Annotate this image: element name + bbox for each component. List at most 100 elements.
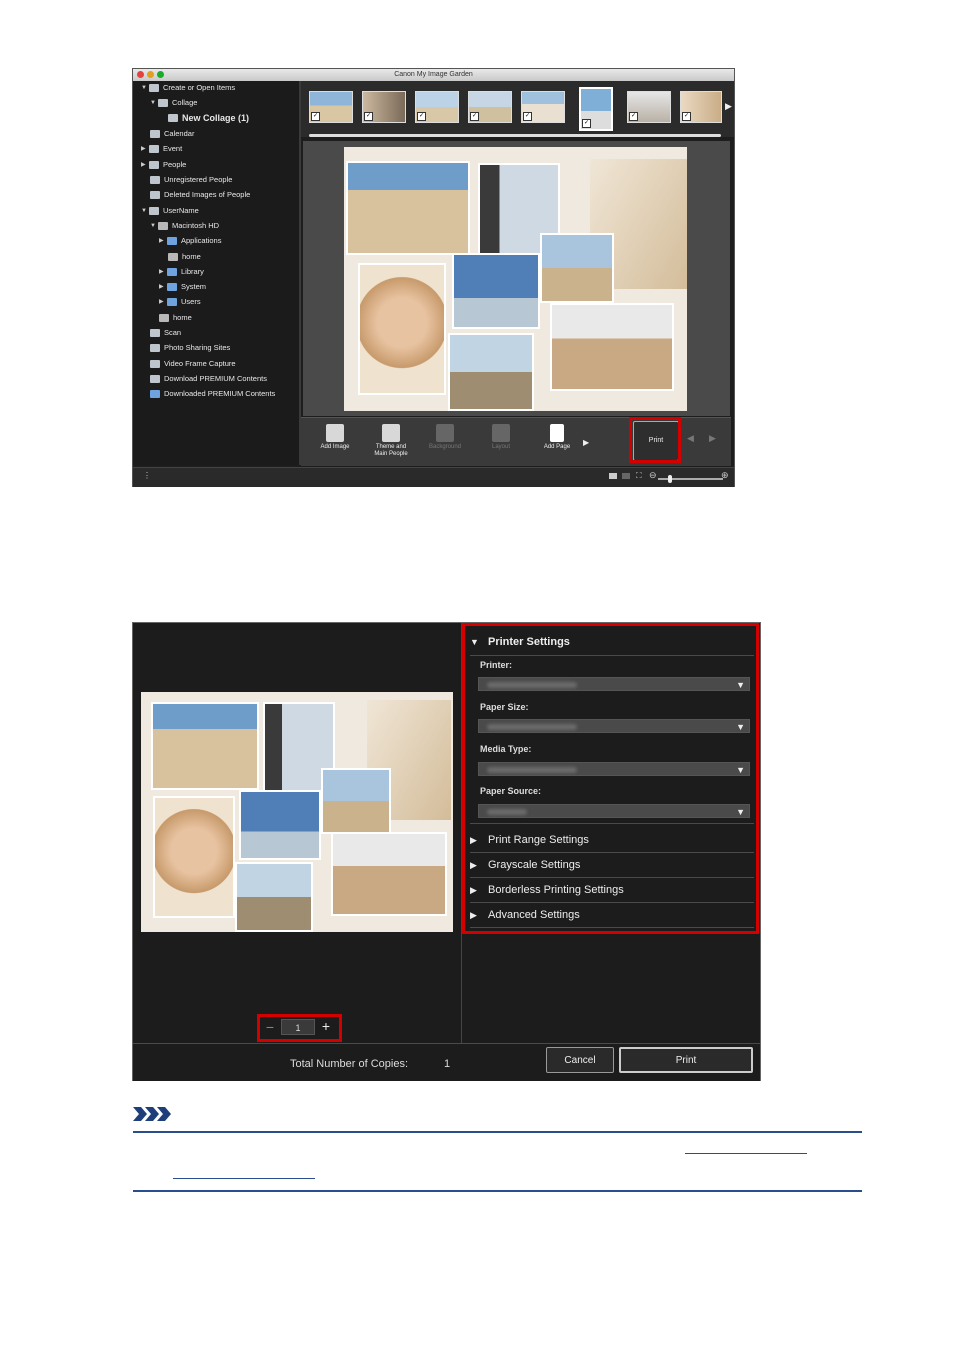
folder-icon xyxy=(167,268,177,276)
checked-checkbox-icon[interactable]: ✓ xyxy=(682,112,691,121)
sidebar-item-unregistered-people[interactable]: Unregistered People xyxy=(150,173,232,187)
add-page-button[interactable]: Add Page xyxy=(535,424,579,451)
add-page-icon xyxy=(550,424,564,442)
collage-page[interactable] xyxy=(344,147,687,411)
collage-photo-family-beach[interactable] xyxy=(540,233,614,303)
print-button-highlight xyxy=(629,417,681,463)
collapsed-arrow-icon[interactable]: ▶ xyxy=(141,158,149,172)
collage-photo-city-skyline[interactable] xyxy=(452,253,540,329)
thumbnail-image[interactable]: ✓ xyxy=(521,91,565,123)
thumbnail-image[interactable]: ✓ xyxy=(415,91,459,123)
increase-copies-button[interactable]: + xyxy=(319,1017,333,1034)
sidebar-item-macintosh-hd[interactable]: ▼ Macintosh HD xyxy=(150,219,219,233)
next-page-icon[interactable]: ▶ xyxy=(709,433,716,444)
scan-icon xyxy=(150,329,160,337)
zoom-out-icon[interactable]: ⊖ xyxy=(649,470,657,481)
sidebar-item-calendar[interactable]: Calendar xyxy=(150,127,194,141)
checked-checkbox-icon[interactable]: ✓ xyxy=(470,112,479,121)
sidebar-item-video-frame-capture[interactable]: Video Frame Capture xyxy=(150,357,236,371)
copies-input[interactable]: 1 xyxy=(281,1019,315,1035)
sidebar-item-home-2[interactable]: home xyxy=(159,311,192,325)
layout-button[interactable]: Layout xyxy=(479,424,523,451)
sidebar-item-home[interactable]: home xyxy=(168,250,201,264)
drive-icon xyxy=(158,222,168,230)
more-tools-arrow-icon[interactable]: ▶ xyxy=(583,438,589,447)
checked-checkbox-icon[interactable]: ✓ xyxy=(523,112,532,121)
collage-photo-sea-lion[interactable] xyxy=(346,161,470,255)
thumbnail-scrollbar[interactable] xyxy=(309,134,721,137)
cancel-button[interactable]: Cancel xyxy=(546,1047,614,1073)
thumbnail-image[interactable]: ✓ xyxy=(468,91,512,123)
layout-icon xyxy=(492,424,510,442)
checked-checkbox-icon[interactable]: ✓ xyxy=(311,112,320,121)
collapsed-arrow-icon[interactable]: ▶ xyxy=(159,265,167,279)
note-link-underline[interactable] xyxy=(173,1178,315,1179)
video-frame-icon xyxy=(150,360,160,368)
sidebar-item-downloaded-premium-contents[interactable]: Downloaded PREMIUM Contents xyxy=(150,387,275,401)
close-window-icon[interactable] xyxy=(137,71,144,78)
print-preview-page xyxy=(141,692,453,932)
drive-icon xyxy=(168,253,178,261)
sidebar-item-username[interactable]: ▼ UserName xyxy=(141,204,199,218)
folder-icon xyxy=(167,283,177,291)
collapsed-arrow-icon[interactable]: ▶ xyxy=(159,234,167,248)
decrease-copies-button[interactable]: − xyxy=(263,1019,277,1035)
fullscreen-icon[interactable]: ⛶ xyxy=(636,471,642,481)
collapsed-arrow-icon[interactable]: ▶ xyxy=(159,295,167,309)
thumbnail-strip: ✓ ✓ ✓ ✓ ✓ ✓ ✓ ✓ ▶ xyxy=(301,81,734,137)
zoom-slider[interactable] xyxy=(658,475,723,483)
sidebar-item-deleted-images-of-people[interactable]: Deleted Images of People xyxy=(150,188,250,202)
sidebar-item-download-premium-contents[interactable]: Download PREMIUM Contents xyxy=(150,372,267,386)
expanded-arrow-icon[interactable]: ▼ xyxy=(150,96,158,110)
sidebar-item-label: home xyxy=(182,252,201,261)
expanded-arrow-icon[interactable]: ▼ xyxy=(141,81,149,95)
scroll-right-icon[interactable]: ▶ xyxy=(725,101,732,112)
expanded-arrow-icon[interactable]: ▼ xyxy=(141,204,149,218)
view-multi-icon[interactable] xyxy=(622,473,630,479)
theme-and-main-people-button[interactable]: Theme and Main People xyxy=(369,424,413,458)
sidebar-item-event[interactable]: ▶ Event xyxy=(141,142,182,156)
sidebar-item-users[interactable]: ▶ Users xyxy=(159,295,201,309)
collapsed-arrow-icon[interactable]: ▶ xyxy=(159,280,167,294)
sidebar-item-applications[interactable]: ▶ Applications xyxy=(159,234,221,248)
checked-checkbox-icon[interactable]: ✓ xyxy=(629,112,638,121)
checked-checkbox-icon[interactable]: ✓ xyxy=(582,119,591,128)
thumbnail-image-selected[interactable]: ✓ xyxy=(579,87,613,131)
thumbnail-image[interactable]: ✓ xyxy=(309,91,353,123)
sidebar-item-scan[interactable]: Scan xyxy=(150,326,181,340)
sidebar-item-people[interactable]: ▶ People xyxy=(141,158,186,172)
collapsed-arrow-icon[interactable]: ▶ xyxy=(141,142,149,156)
sidebar-item-collage[interactable]: ▼ Collage xyxy=(150,96,197,110)
print-button[interactable]: Print xyxy=(619,1047,753,1073)
previous-page-icon[interactable]: ◀ xyxy=(687,433,694,444)
sidebar-item-create-or-open-items[interactable]: ▼ Create or Open Items xyxy=(141,81,235,95)
zoom-window-icon[interactable] xyxy=(157,71,164,78)
collage-photo-family-lying[interactable] xyxy=(550,303,674,391)
collage-photo-girl-smiling[interactable] xyxy=(358,263,446,395)
sidebar-item-new-collage[interactable]: New Collage (1) xyxy=(168,111,249,125)
sidebar-item-library[interactable]: ▶ Library xyxy=(159,265,204,279)
background-button[interactable]: Background xyxy=(423,424,467,451)
preview-photo-family-lying xyxy=(331,832,447,916)
expanded-arrow-icon[interactable]: ▼ xyxy=(150,219,158,233)
sidebar-item-label: New Collage (1) xyxy=(182,113,250,123)
minimize-window-icon[interactable] xyxy=(147,71,154,78)
thumbnail-image[interactable]: ✓ xyxy=(362,91,406,123)
sidebar-item-label: Downloaded PREMIUM Contents xyxy=(164,389,276,398)
info-icon[interactable]: ⋮ xyxy=(143,471,151,480)
thumbnail-image[interactable]: ✓ xyxy=(680,91,722,123)
background-icon xyxy=(436,424,454,442)
zoom-slider-thumb[interactable] xyxy=(668,475,672,483)
layout-label: Layout xyxy=(491,444,510,450)
view-single-icon[interactable] xyxy=(609,473,617,479)
print-dialog-screenshot: − 1 + ▼ Printer Settings Printer: ▼ Paper… xyxy=(132,622,761,1081)
sidebar-item-photo-sharing-sites[interactable]: Photo Sharing Sites xyxy=(150,341,230,355)
sidebar-item-label: UserName xyxy=(163,206,199,215)
add-image-button[interactable]: Add Image xyxy=(313,424,357,451)
checked-checkbox-icon[interactable]: ✓ xyxy=(364,112,373,121)
checked-checkbox-icon[interactable]: ✓ xyxy=(417,112,426,121)
thumbnail-image[interactable]: ✓ xyxy=(627,91,671,123)
note-link-underline[interactable] xyxy=(685,1153,807,1154)
collage-photo-man-and-child[interactable] xyxy=(448,333,534,411)
sidebar-item-system[interactable]: ▶ System xyxy=(159,280,206,294)
